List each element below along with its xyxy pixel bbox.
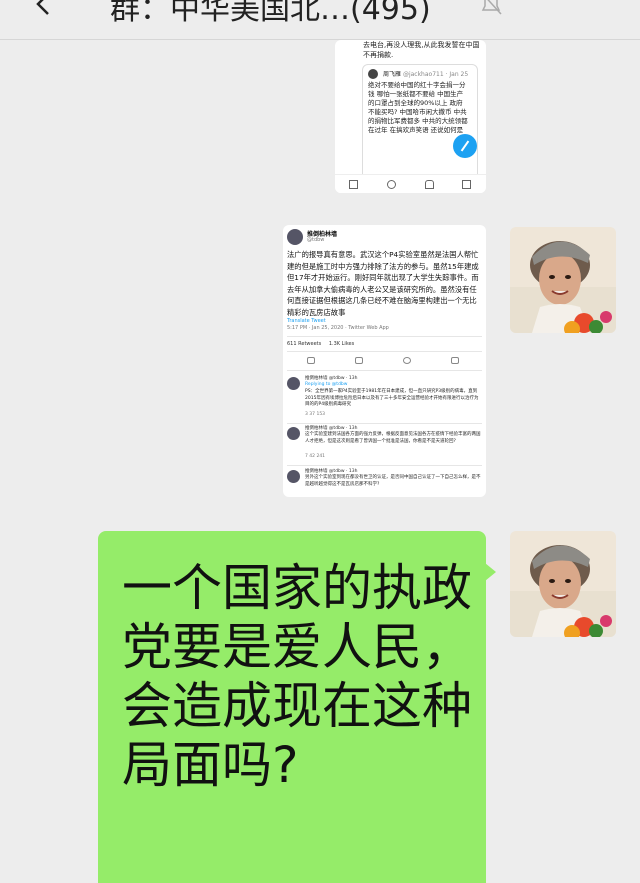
share-icon: [451, 357, 459, 364]
tweet-actions: [283, 355, 486, 367]
tweet-stats: 611 Retweets 1.3K Likes: [287, 341, 354, 347]
person-photo-icon: [510, 227, 616, 333]
screenshot-text: 去电台,再没人理我,从此我发誓在中国不再捐款.: [363, 41, 480, 59]
chevron-left-icon[interactable]: [30, 0, 56, 20]
divider: [287, 465, 482, 466]
user-avatar[interactable]: [510, 531, 616, 637]
tweet-text: 法广的报导真有意思。武汉这个P4实验室虽然是法国人帮忙建的但是施工时中方强力排除…: [287, 250, 479, 317]
mail-icon: [462, 180, 471, 189]
avatar: [287, 377, 300, 390]
quoted-text: 绝对不要给中国的红十字会捐一分钱 哪怕一张纸都不要给 中国生产的口罩占到全球的9…: [368, 81, 468, 134]
reply-head: 推倒柏林墙 @tdbw · 13h: [305, 376, 358, 381]
tweet-handle: @tdbw: [307, 237, 325, 243]
user-avatar[interactable]: [510, 227, 616, 333]
avatar: [368, 69, 378, 79]
tweet-meta: 5:17 PM · Jan 25, 2020 · Twitter Web App: [287, 325, 389, 331]
bell-off-icon: [481, 0, 502, 15]
retweet-count: 611 Retweets: [287, 341, 322, 347]
reply-to: Replying to @tdbw: [305, 382, 348, 387]
reply-text: 另外这个实验室到现在都没有世卫的认证，是否同中国自己认证了一下自己怎么样，是不是…: [305, 475, 481, 487]
divider: [287, 370, 482, 371]
like-count: 1.3K Likes: [328, 341, 355, 347]
image-message[interactable]: 推倒柏林墙 @tdbw 法广的报导真有意思。武汉这个P4实验室虽然是法国人帮忙建…: [283, 225, 486, 497]
reply-counts: 7 42 241: [305, 454, 326, 459]
reply-head: 推倒柏林墙 @tdbw · 13h: [305, 469, 358, 474]
reply-tweet: 推倒柏林墙 @tdbw · 13h 另外这个实验室到现在都没有世卫的认证，是否同…: [283, 468, 486, 496]
quoted-handle: @jackhao711 · Jan 25: [402, 71, 469, 78]
avatar: [287, 470, 300, 483]
reply-counts: 3 37 153: [305, 412, 326, 417]
compose-icon: [453, 134, 477, 158]
image-message[interactable]: 去电台,再没人理我,从此我发誓在中国不再捐款. 周飞雁 @jackhao711 …: [335, 40, 486, 193]
person-photo-icon: [510, 531, 616, 637]
quoted-name: 周飞雁: [383, 71, 402, 78]
reply-text: 这个实验室建到法国各方面的强力反弹，根据反面意见法国各方在疫情下经验丰富的两国人…: [305, 432, 481, 444]
reply-tweet: 推倒柏林墙 @tdbw · 13h Replying to @tdbw PS：全…: [283, 375, 486, 423]
reply-text: PS：全世界第一家P4实验室于1981年在日本建成，但一直只研究P3级别的病毒，…: [305, 389, 479, 407]
chat-title: 群：中华美国北…(495): [110, 0, 431, 27]
divider: [287, 351, 482, 352]
avatar: [287, 427, 300, 440]
reply-head: 推倒柏林墙 @tdbw · 13h: [305, 426, 358, 431]
reply-tweet: 推倒柏林墙 @tdbw · 13h 这个实验室建到法国各方面的强力反弹，根据反面…: [283, 425, 486, 465]
chat-header: 群：中华美国北…(495): [0, 0, 640, 40]
translate-link: Translate Tweet: [287, 318, 326, 324]
divider: [287, 423, 482, 424]
search-icon: [387, 180, 396, 189]
reply-icon: [307, 357, 315, 364]
home-icon: [349, 180, 358, 189]
bell-icon: [425, 180, 434, 189]
retweet-icon: [355, 357, 363, 364]
message-text: 一个国家的执政党要是爱人民，会造成现在这种局面吗?: [122, 559, 472, 794]
like-icon: [403, 357, 411, 364]
twitter-nav-bar: [335, 174, 486, 193]
divider: [287, 336, 482, 337]
text-message-bubble[interactable]: 一个国家的执政党要是爱人民，会造成现在这种局面吗?: [98, 531, 496, 883]
avatar: [287, 229, 303, 245]
